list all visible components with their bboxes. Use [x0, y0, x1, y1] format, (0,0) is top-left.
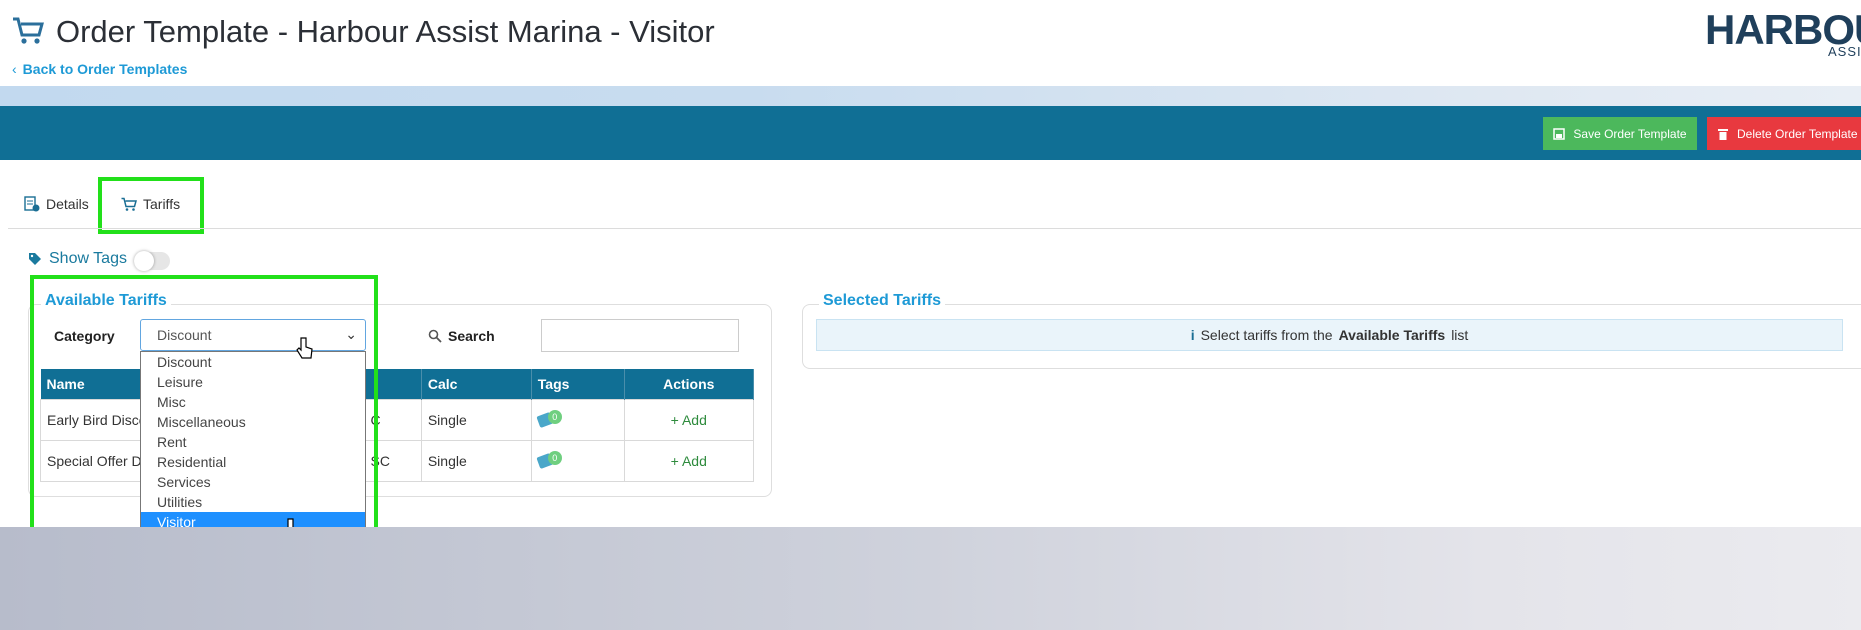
back-link-label: Back to Order Templates — [22, 61, 188, 77]
tag-icon — [29, 253, 41, 265]
page-title: Order Template - Harbour Assist Marina -… — [56, 14, 715, 49]
search-label: Search — [448, 328, 495, 344]
search-label-group: Search — [428, 328, 495, 344]
save-button-label: Save Order Template — [1573, 126, 1687, 141]
tariff-calc: Single — [420, 440, 532, 482]
cart-icon — [13, 17, 44, 44]
tariff-actions-cell: + Add — [623, 440, 755, 482]
footer-background — [0, 527, 1861, 630]
cart-icon — [121, 197, 137, 211]
info-icon: i — [1190, 327, 1195, 343]
tab-tariffs[interactable]: Tariffs — [121, 196, 180, 212]
tariff-calc: Single — [420, 399, 532, 441]
chevron-left-icon: ‹ — [12, 61, 17, 77]
tab-details-label: Details — [46, 196, 89, 212]
tag-count-icon[interactable]: 0 — [536, 450, 562, 469]
add-label: Add — [681, 412, 707, 428]
col-actions: Actions — [624, 369, 755, 400]
tag-count-icon[interactable]: 0 — [536, 409, 562, 428]
save-order-template-button[interactable]: Save Order Template — [1543, 117, 1697, 150]
selected-tariffs-title: Selected Tariffs — [819, 292, 945, 310]
save-icon — [1553, 127, 1566, 140]
tab-divider — [8, 228, 1861, 229]
toggle-knob — [134, 251, 154, 271]
add-tariff-button[interactable]: + Add — [671, 412, 707, 428]
plus-icon: + — [670, 412, 682, 428]
selected-tariffs-info: i Select tariffs from the Available Tari… — [816, 319, 1843, 351]
search-input[interactable] — [541, 319, 739, 352]
plus-icon: + — [670, 453, 682, 469]
tab-tariffs-label: Tariffs — [143, 196, 181, 212]
details-icon — [24, 196, 40, 212]
back-to-order-templates-link[interactable]: ‹ Back to Order Templates — [12, 61, 187, 77]
tariff-tags-cell[interactable]: 0 — [530, 399, 625, 441]
show-tags-toggle[interactable] — [134, 251, 170, 271]
trash-icon — [1718, 128, 1728, 140]
info-text-pre: Select tariffs from the — [1200, 327, 1333, 343]
col-calc: Calc — [421, 369, 532, 400]
delete-button-label: Delete Order Template — [1737, 126, 1858, 141]
tariff-tags-cell[interactable]: 0 — [530, 440, 625, 482]
show-tags-control: Show Tags — [28, 250, 127, 268]
tariff-actions-cell: + Add — [623, 399, 755, 441]
add-label: Add — [681, 453, 707, 469]
available-tariffs-highlight — [30, 275, 378, 558]
logo-subtext: ASSIS — [1828, 44, 1861, 59]
tab-details[interactable]: Details — [24, 196, 89, 212]
col-tags: Tags — [531, 369, 625, 400]
show-tags-label: Show Tags — [49, 250, 127, 267]
info-text-post: list — [1451, 327, 1469, 343]
search-icon — [428, 329, 442, 343]
pointer-cursor-icon — [296, 337, 313, 359]
info-text-bold: Available Tariffs — [1338, 327, 1446, 343]
tag-count: 0 — [547, 450, 562, 465]
tag-count: 0 — [547, 409, 562, 424]
add-tariff-button[interactable]: + Add — [671, 453, 707, 469]
header-gradient-strip — [0, 86, 1861, 106]
delete-order-template-button[interactable]: Delete Order Template — [1707, 117, 1861, 150]
